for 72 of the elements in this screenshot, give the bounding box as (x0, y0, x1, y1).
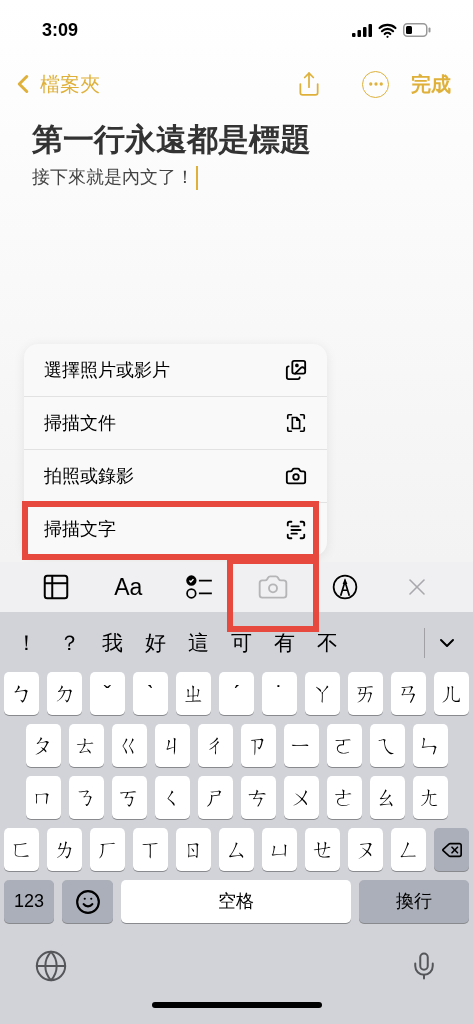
delete-key[interactable] (434, 828, 469, 871)
candidate-word[interactable]: 我 (102, 627, 123, 659)
format-label: Aa (114, 572, 143, 602)
toolbar-button[interactable]: Aa (92, 562, 165, 612)
keyboard-key[interactable]: ㄑ (154, 776, 190, 819)
space-key[interactable]: 空格 (121, 880, 351, 923)
emoji-key[interactable] (62, 880, 113, 923)
keyboard-key[interactable]: ㄍ (111, 724, 147, 767)
keyboard-key[interactable]: ㄏ (90, 828, 125, 871)
emoji-icon (74, 888, 101, 915)
candidate-word[interactable]: 可 (231, 627, 252, 659)
keyboard-key[interactable]: ㄔ (197, 724, 233, 767)
keyboard-key[interactable]: ㄒ (133, 828, 168, 871)
keyboard-key[interactable]: ㄙ (219, 828, 254, 871)
status-time: 3:09 (42, 18, 79, 42)
signal-icon (352, 23, 372, 37)
keyboard-key[interactable]: ㄧ (283, 724, 319, 767)
keyboard-key[interactable]: ㄌ (47, 828, 82, 871)
candidate-word[interactable]: 這 (188, 627, 209, 659)
keyboard-key[interactable]: ㄛ (326, 724, 362, 767)
photos-icon (285, 359, 307, 381)
keyboard-key[interactable]: ˙ (262, 672, 297, 715)
candidate-word[interactable]: ？ (59, 627, 80, 659)
keyboard-key[interactable]: ㄡ (348, 828, 383, 871)
globe-icon[interactable] (34, 948, 68, 983)
keyboard-key[interactable]: ㄎ (111, 776, 147, 819)
keyboard-key[interactable]: ㄕ (197, 776, 233, 819)
battery-icon (403, 23, 431, 37)
keyboard-key[interactable]: ㄣ (412, 724, 448, 767)
keyboard-key[interactable]: ㄟ (369, 724, 405, 767)
menu-item[interactable]: 選擇照片或影片 (24, 344, 327, 397)
keyboard-key[interactable]: ㄦ (434, 672, 469, 715)
menu-item[interactable]: 掃描文件 (24, 397, 327, 450)
keyboard-key[interactable]: ㄓ (176, 672, 211, 715)
candidate-word[interactable]: 好 (145, 627, 166, 659)
candidate-word[interactable]: 不 (317, 627, 338, 659)
keyboard-key[interactable]: ㄅ (4, 672, 39, 715)
candidate-word[interactable]: ！ (16, 627, 37, 659)
keyboard-key[interactable]: ㄥ (391, 828, 426, 871)
keyboard-key[interactable]: ㄉ (47, 672, 82, 715)
candidate-word[interactable]: 有 (274, 627, 295, 659)
keyboard-key[interactable]: ㄜ (326, 776, 362, 819)
keyboard-key[interactable]: ㄊ (68, 724, 104, 767)
keyboard-key[interactable]: ˇ (90, 672, 125, 715)
note-body: 接下來就是內文了！ (32, 166, 194, 189)
keyboard-key[interactable]: ㄈ (4, 828, 39, 871)
keyboard-key[interactable]: ˋ (133, 672, 168, 715)
note-title: 第一行永遠都是標題 (32, 121, 312, 159)
keyboard-key[interactable]: ㄖ (176, 828, 211, 871)
keyboard-key[interactable]: ㄇ (25, 776, 61, 819)
keyboard-key[interactable]: ㄘ (240, 776, 276, 819)
keyboard-key[interactable]: ㄞ (348, 672, 383, 715)
numbers-key[interactable]: 123 (4, 880, 54, 923)
keyboard-key[interactable]: ㄤ (412, 776, 448, 819)
keyboard-key[interactable]: ㄝ (305, 828, 340, 871)
camera-icon (285, 465, 307, 487)
keyboard-key[interactable]: ㄆ (25, 724, 61, 767)
keyboard-key[interactable]: ㄢ (391, 672, 426, 715)
keyboard-key[interactable]: ㄗ (240, 724, 276, 767)
text-cursor (196, 165, 198, 190)
scan-document-icon (285, 412, 307, 434)
keyboard-key[interactable]: ㄚ (305, 672, 340, 715)
keyboard-key[interactable]: ㄠ (369, 776, 405, 819)
return-key[interactable]: 換行 (359, 880, 469, 923)
menu-item[interactable]: 掃描文字 (24, 503, 327, 556)
scan-text-icon (285, 518, 307, 541)
keyboard-key[interactable]: ㄨ (283, 776, 319, 819)
keyboard-key[interactable]: ˊ (219, 672, 254, 715)
keyboard-key[interactable]: ㄐ (154, 724, 190, 767)
keyboard-key[interactable]: ㄩ (262, 828, 297, 871)
keyboard-key[interactable]: ㄋ (68, 776, 104, 819)
menu-item[interactable]: 拍照或錄影 (24, 450, 327, 503)
